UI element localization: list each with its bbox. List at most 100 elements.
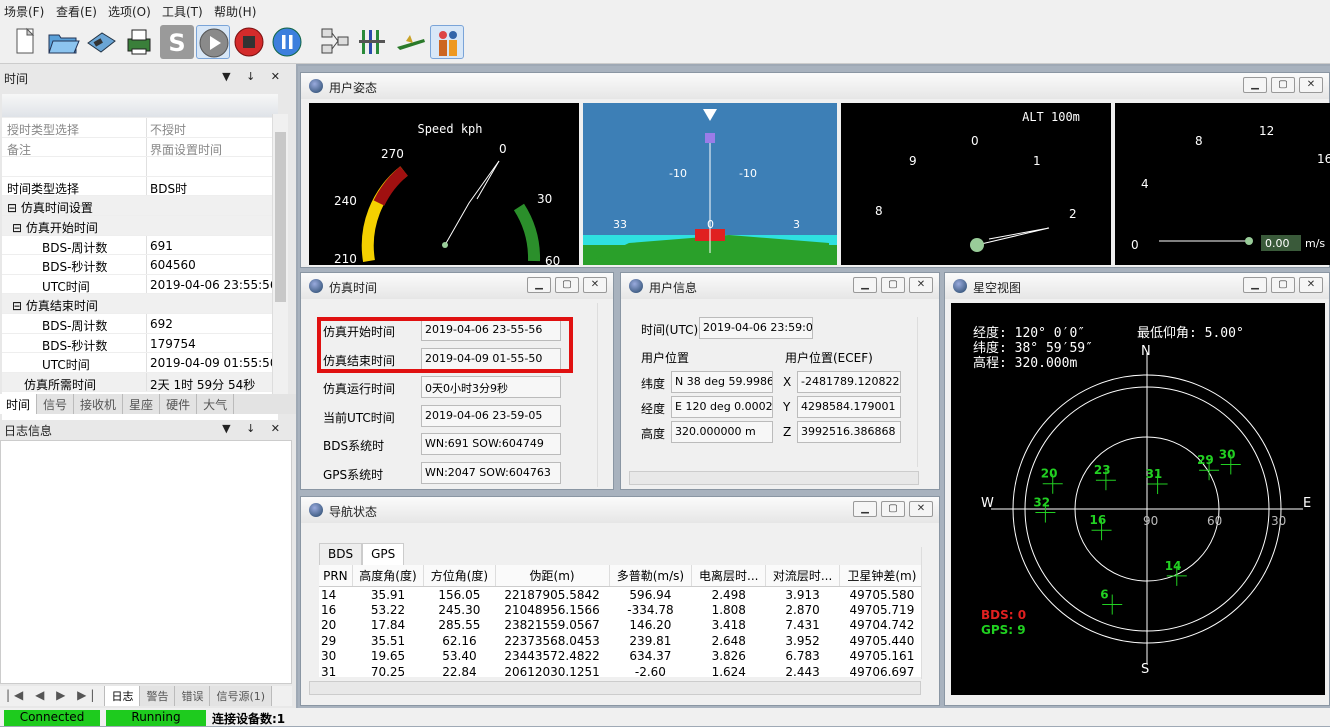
property-row[interactable]: 时间类型选择 BDS时 (2, 176, 278, 197)
people-icon[interactable] (430, 25, 464, 59)
table-row[interactable]: 30 19.65 53.40 23443572.4822 634.37 3.826 6.78… (319, 649, 921, 665)
property-row[interactable]: 仿真所需时间 2天 1时 59分 54秒 (2, 372, 278, 393)
nav-hscroll[interactable] (309, 681, 921, 695)
simtime-value-field[interactable]: 2019-04-06 23-59-05 (421, 404, 561, 427)
property-row[interactable]: BDS-周计数 692 (2, 313, 278, 334)
tab-3[interactable]: 星座 (123, 394, 161, 414)
open-folder-icon[interactable] (46, 25, 80, 59)
menu-scene[interactable]: 场景(F) (4, 3, 44, 20)
maximize-button[interactable]: ▢ (1271, 77, 1295, 93)
property-row[interactable]: UTC时间 2019-04-09 01:55:50 (2, 353, 278, 373)
panel-controls[interactable]: ▼ ↓ ✕ (222, 70, 286, 83)
userinfo-hscroll[interactable] (629, 471, 919, 485)
close-button[interactable]: ✕ (1299, 77, 1323, 93)
tab-scroll-arrows[interactable]: |◀ ◀ ▶ ▶| (0, 686, 106, 706)
ecef-value-field[interactable]: 3992516.386868 m (797, 421, 901, 443)
column-header[interactable]: 伪距(m) (495, 565, 610, 587)
column-header[interactable]: 电离层时... (691, 565, 767, 587)
simtime-value-field[interactable]: WN:691 SOW:604749 (421, 433, 561, 455)
column-header[interactable]: PRN (319, 565, 353, 587)
print-icon[interactable] (122, 25, 156, 59)
table-row[interactable]: 31 70.25 22.84 20612030.1251 -2.60 1.624 2.443… (319, 664, 921, 677)
log-panel-controls[interactable]: ▼ ↓ ✕ (222, 422, 286, 435)
play-icon[interactable] (196, 25, 230, 59)
simtime-value-field[interactable]: WN:2047 SOW:604763 (421, 461, 561, 484)
minimize-button[interactable]: ▁ (1243, 77, 1267, 93)
column-header[interactable]: 对流层时... (765, 565, 840, 587)
property-row[interactable]: ⊟ 仿真时间设置 (2, 196, 278, 216)
position-value-field[interactable]: N 38 deg 59.9986 mi (671, 371, 773, 393)
tab-5[interactable]: 大气 (197, 394, 235, 414)
minimize-button[interactable]: ▁ (853, 277, 877, 293)
tab-1[interactable]: 信号 (37, 394, 75, 414)
log-tab-1[interactable]: 警告 (140, 686, 176, 706)
property-scrollbar[interactable] (272, 114, 288, 394)
tab-0[interactable]: 时间 (0, 394, 38, 414)
menu-options[interactable]: 选项(O) (108, 3, 151, 20)
table-row[interactable]: 14 35.91 156.05 22187905.5842 596.94 2.498 3.9… (319, 587, 921, 603)
menu-tools[interactable]: 工具(T) (162, 3, 203, 20)
close-button[interactable]: ✕ (1299, 277, 1323, 293)
sky-west: W (981, 496, 994, 511)
minimize-button[interactable]: ▁ (1243, 277, 1267, 293)
nav-scrollbar[interactable] (921, 547, 935, 679)
tab-2[interactable]: 接收机 (74, 394, 124, 414)
property-row[interactable]: ⊟ 仿真开始时间 (2, 215, 278, 236)
userinfo-scrollbar[interactable] (917, 317, 931, 467)
network-icon[interactable] (318, 25, 352, 59)
column-header[interactable]: 方位角(度) (423, 565, 496, 587)
save-icon[interactable] (84, 25, 118, 59)
tab-4[interactable]: 硬件 (160, 394, 198, 414)
simtime-value-field[interactable]: 0天0小时3分9秒 (421, 376, 561, 398)
ecef-value-field[interactable]: -2481789.120822 m (797, 371, 901, 393)
table-cell: 49705.580 (849, 587, 915, 602)
position-value-field[interactable]: E 120 deg 0.0002 mi (671, 396, 773, 418)
property-row[interactable]: 备注 界面设置时间 (2, 137, 278, 158)
tab-bds[interactable]: BDS (319, 543, 363, 565)
property-row[interactable]: BDS-周计数 691 (2, 235, 278, 256)
maximize-button[interactable]: ▢ (881, 277, 905, 293)
column-header[interactable]: 多普勒(m/s) (609, 565, 693, 587)
table-row[interactable]: 20 17.84 285.55 23821559.0567 146.20 3.418 7.4… (319, 618, 921, 634)
property-row[interactable]: BDS-秒计数 604560 (2, 255, 278, 275)
utc-value-field[interactable]: 2019-04-06 23:59:05 (699, 317, 813, 339)
property-row[interactable] (2, 94, 278, 118)
simtime-scrollbar[interactable] (597, 303, 611, 487)
close-button[interactable]: ✕ (909, 277, 933, 293)
satellite-config-icon[interactable] (356, 25, 390, 59)
maximize-button[interactable]: ▢ (1271, 277, 1295, 293)
minimize-button[interactable]: ▁ (527, 277, 551, 293)
close-button[interactable]: ✕ (909, 501, 933, 517)
menu-bar: 场景(F) 查看(E) 选项(O) 工具(T) 帮助(H) (0, 0, 1330, 22)
maximize-button[interactable]: ▢ (555, 277, 579, 293)
column-header[interactable]: 卫星钟差(m) (839, 565, 921, 587)
plane-icon[interactable] (394, 25, 428, 59)
close-button[interactable]: ✕ (583, 277, 607, 293)
s-icon[interactable]: S (160, 25, 194, 59)
position-label: 经度 (641, 402, 666, 416)
column-header[interactable]: 高度角(度) (352, 565, 425, 587)
new-file-icon[interactable] (8, 25, 42, 59)
property-row[interactable]: ⊟ 仿真结束时间 (2, 294, 278, 314)
pause-icon[interactable] (270, 25, 304, 59)
log-tab-2[interactable]: 错误 (175, 686, 211, 706)
log-tab-0[interactable]: 日志 (105, 686, 141, 706)
attitude-titlebar: 用户姿态 ▁ ▢ ✕ (301, 73, 1329, 99)
minimize-button[interactable]: ▁ (853, 501, 877, 517)
table-row[interactable]: 29 35.51 62.16 22373568.0453 239.81 2.648 3.95… (319, 633, 921, 649)
position-value-field[interactable]: 320.000000 m (671, 421, 773, 443)
log-tab-3[interactable]: 信号源(1) (210, 686, 273, 706)
property-row[interactable]: UTC时间 2019-04-06 23:55:56 (2, 274, 278, 295)
property-row[interactable] (2, 157, 278, 177)
menu-view[interactable]: 查看(E) (56, 3, 97, 20)
menu-help[interactable]: 帮助(H) (214, 3, 256, 20)
pitch-label-left: -10 (669, 167, 687, 180)
maximize-button[interactable]: ▢ (881, 501, 905, 517)
property-row[interactable]: 授时类型选择 不授时 (2, 118, 278, 138)
property-key: BDS-周计数 (42, 240, 108, 255)
table-row[interactable]: 16 53.22 245.30 21048956.1566 -334.78 1.808 2.… (319, 602, 921, 618)
property-row[interactable]: BDS-秒计数 179754 (2, 333, 278, 354)
tab-gps[interactable]: GPS (362, 543, 405, 565)
stop-icon[interactable] (232, 25, 266, 59)
ecef-value-field[interactable]: 4298584.179001 m (797, 396, 901, 418)
